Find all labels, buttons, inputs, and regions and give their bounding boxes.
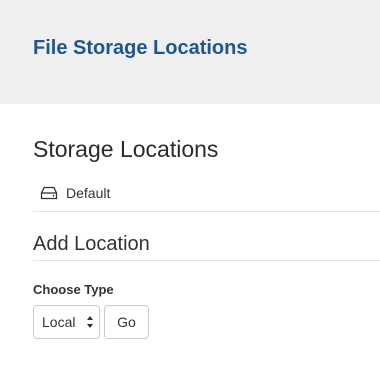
storage-type-value: Local (42, 314, 76, 330)
choose-type-label: Choose Type (33, 282, 114, 297)
page-header: File Storage Locations (0, 0, 380, 104)
section-divider (33, 260, 380, 261)
page-title: File Storage Locations (33, 37, 248, 59)
storage-locations-heading: Storage Locations (33, 136, 219, 162)
add-location-heading: Add Location (33, 233, 150, 255)
storage-type-select[interactable]: Local (33, 305, 100, 339)
storage-location-item[interactable]: Default (33, 178, 380, 212)
storage-location-label[interactable]: Default (66, 184, 110, 202)
select-arrows-icon (86, 315, 94, 329)
go-button[interactable]: Go (104, 305, 149, 339)
hard-drive-icon (40, 186, 58, 200)
